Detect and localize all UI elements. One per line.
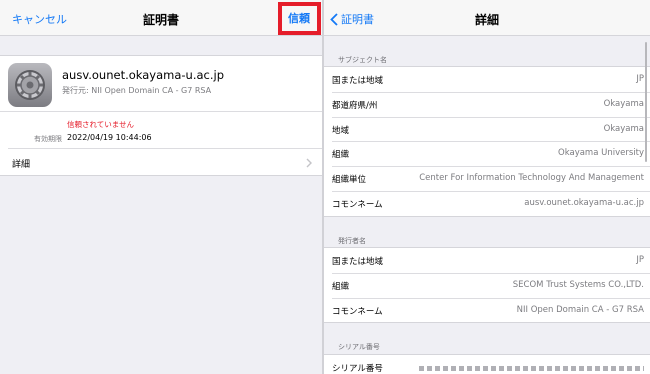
settings-gear-icon <box>8 63 52 107</box>
serial-value-obscured <box>419 366 644 371</box>
details-navbar: 証明書 詳細 <box>324 0 650 36</box>
field-label: 組織 <box>332 281 350 292</box>
list-item: 組織単位 Center For Information Technology A… <box>324 166 650 191</box>
field-label: コモンネーム <box>332 306 383 317</box>
page-title: 証明書 <box>142 13 179 27</box>
list-item: 国または地域 JP <box>324 67 650 92</box>
divider <box>0 111 322 112</box>
issuer-section-header: 発行者名 <box>338 237 366 245</box>
details-row[interactable]: 詳細 <box>0 149 322 176</box>
page-title: 詳細 <box>474 13 499 27</box>
field-value: SECOM Trust Systems CO.,LTD. <box>512 279 644 290</box>
list-item: コモンネーム ausv.ounet.okayama-u.ac.jp <box>324 190 650 216</box>
serial-section-header: シリアル番号 <box>338 343 380 351</box>
field-value: Center For Information Technology And Ma… <box>419 173 644 184</box>
field-label: 都道府県/州 <box>332 100 378 111</box>
list-item: 地域 Okayama <box>324 116 650 142</box>
field-value: Okayama University <box>558 148 644 159</box>
field-label: 組織単位 <box>332 175 367 186</box>
subject-section-header: サブジェクト名 <box>338 56 387 64</box>
field-value: Okayama <box>603 98 644 109</box>
field-value: Okayama <box>603 123 644 134</box>
list-item: 組織 Okayama University <box>324 141 650 166</box>
certificate-pane: キャンセル 証明書 信頼 ausv.ounet.okayama-u.ac.jp … <box>0 0 322 374</box>
certificate-name: ausv.ounet.okayama-u.ac.jp <box>62 68 225 82</box>
list-item: 組織 SECOM Trust Systems CO.,LTD. <box>324 272 650 298</box>
subject-list: 国または地域 JP 都道府県/州 Okayama 地域 Okayama 組織 O… <box>324 66 650 217</box>
scrollbar[interactable] <box>645 42 647 162</box>
trust-status: 信頼されていません <box>67 120 135 129</box>
expiry-label: 有効期限 <box>34 135 62 143</box>
list-item: 都道府県/州 Okayama <box>324 91 650 117</box>
trust-button-highlight <box>278 2 321 35</box>
field-value: ausv.ounet.okayama-u.ac.jp <box>524 197 644 208</box>
issuer-list: 国または地域 JP 組織 SECOM Trust Systems CO.,LTD… <box>324 247 650 324</box>
chevron-right-icon <box>306 158 312 168</box>
field-value: JP <box>636 74 644 84</box>
field-label: 国または地域 <box>332 76 384 86</box>
field-label: コモンネーム <box>332 199 383 210</box>
field-value: JP <box>636 255 644 265</box>
field-label: 組織 <box>332 150 350 161</box>
serial-list: シリアル番号 <box>324 354 650 374</box>
list-item: シリアル番号 <box>324 355 650 374</box>
list-item: 国または地域 JP <box>324 248 650 273</box>
certificate-issuer: 発行元: NII Open Domain CA - G7 RSA <box>62 86 212 95</box>
field-value: NII Open Domain CA - G7 RSA <box>516 304 644 315</box>
expiry-value: 2022/04/19 10:44:06 <box>67 133 152 142</box>
certificate-summary-card: ausv.ounet.okayama-u.ac.jp 発行元: NII Open… <box>0 55 322 176</box>
details-label: 詳細 <box>12 160 31 170</box>
field-label: 国または地域 <box>332 257 384 267</box>
field-label: シリアル番号 <box>332 364 383 374</box>
certificate-navbar: キャンセル 証明書 信頼 <box>0 0 322 36</box>
field-label: 地域 <box>332 125 350 136</box>
list-item: コモンネーム NII Open Domain CA - G7 RSA <box>324 297 650 323</box>
details-pane: 証明書 詳細 サブジェクト名 国または地域 JP 都道府県/州 Okayama … <box>324 0 650 374</box>
